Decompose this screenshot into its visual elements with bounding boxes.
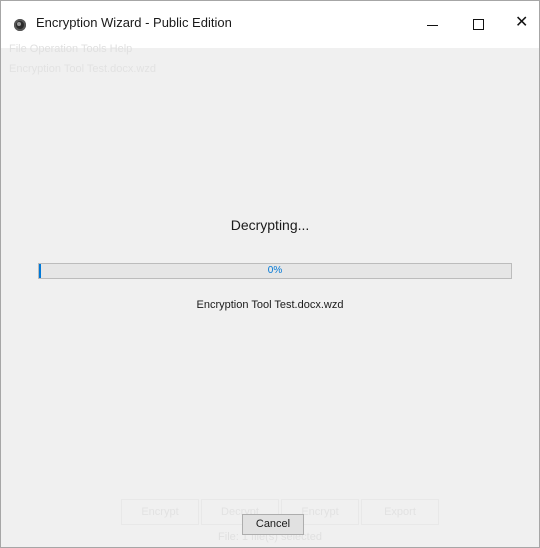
app-icon xyxy=(14,19,26,31)
window-title: Encryption Wizard - Public Edition xyxy=(36,15,232,30)
close-button[interactable]: ✕ xyxy=(499,1,539,48)
maximize-button[interactable] xyxy=(455,1,501,48)
minimize-button[interactable] xyxy=(409,1,455,48)
current-file-name: Encryption Tool Test.docx.wzd xyxy=(196,299,344,311)
cancel-button[interactable]: Cancel xyxy=(242,514,304,535)
progress-percent: 0% xyxy=(267,265,283,276)
progress-bar: 0% xyxy=(38,263,512,279)
maximize-icon xyxy=(473,19,484,30)
background-file-tab: Encryption Tool Test.docx.wzd xyxy=(9,63,156,75)
operation-heading: Decrypting... xyxy=(230,217,310,233)
background-menu-bar: File Operation Tools Help xyxy=(9,43,133,55)
background-action-button: Export xyxy=(361,499,439,525)
close-icon: ✕ xyxy=(515,12,529,31)
app-window: Encryption Wizard - Public Edition ✕ Fil… xyxy=(0,0,540,548)
minimize-icon xyxy=(427,25,438,26)
background-action-button: Encrypt xyxy=(121,499,199,525)
title-bar[interactable]: Encryption Wizard - Public Edition ✕ xyxy=(1,1,539,48)
